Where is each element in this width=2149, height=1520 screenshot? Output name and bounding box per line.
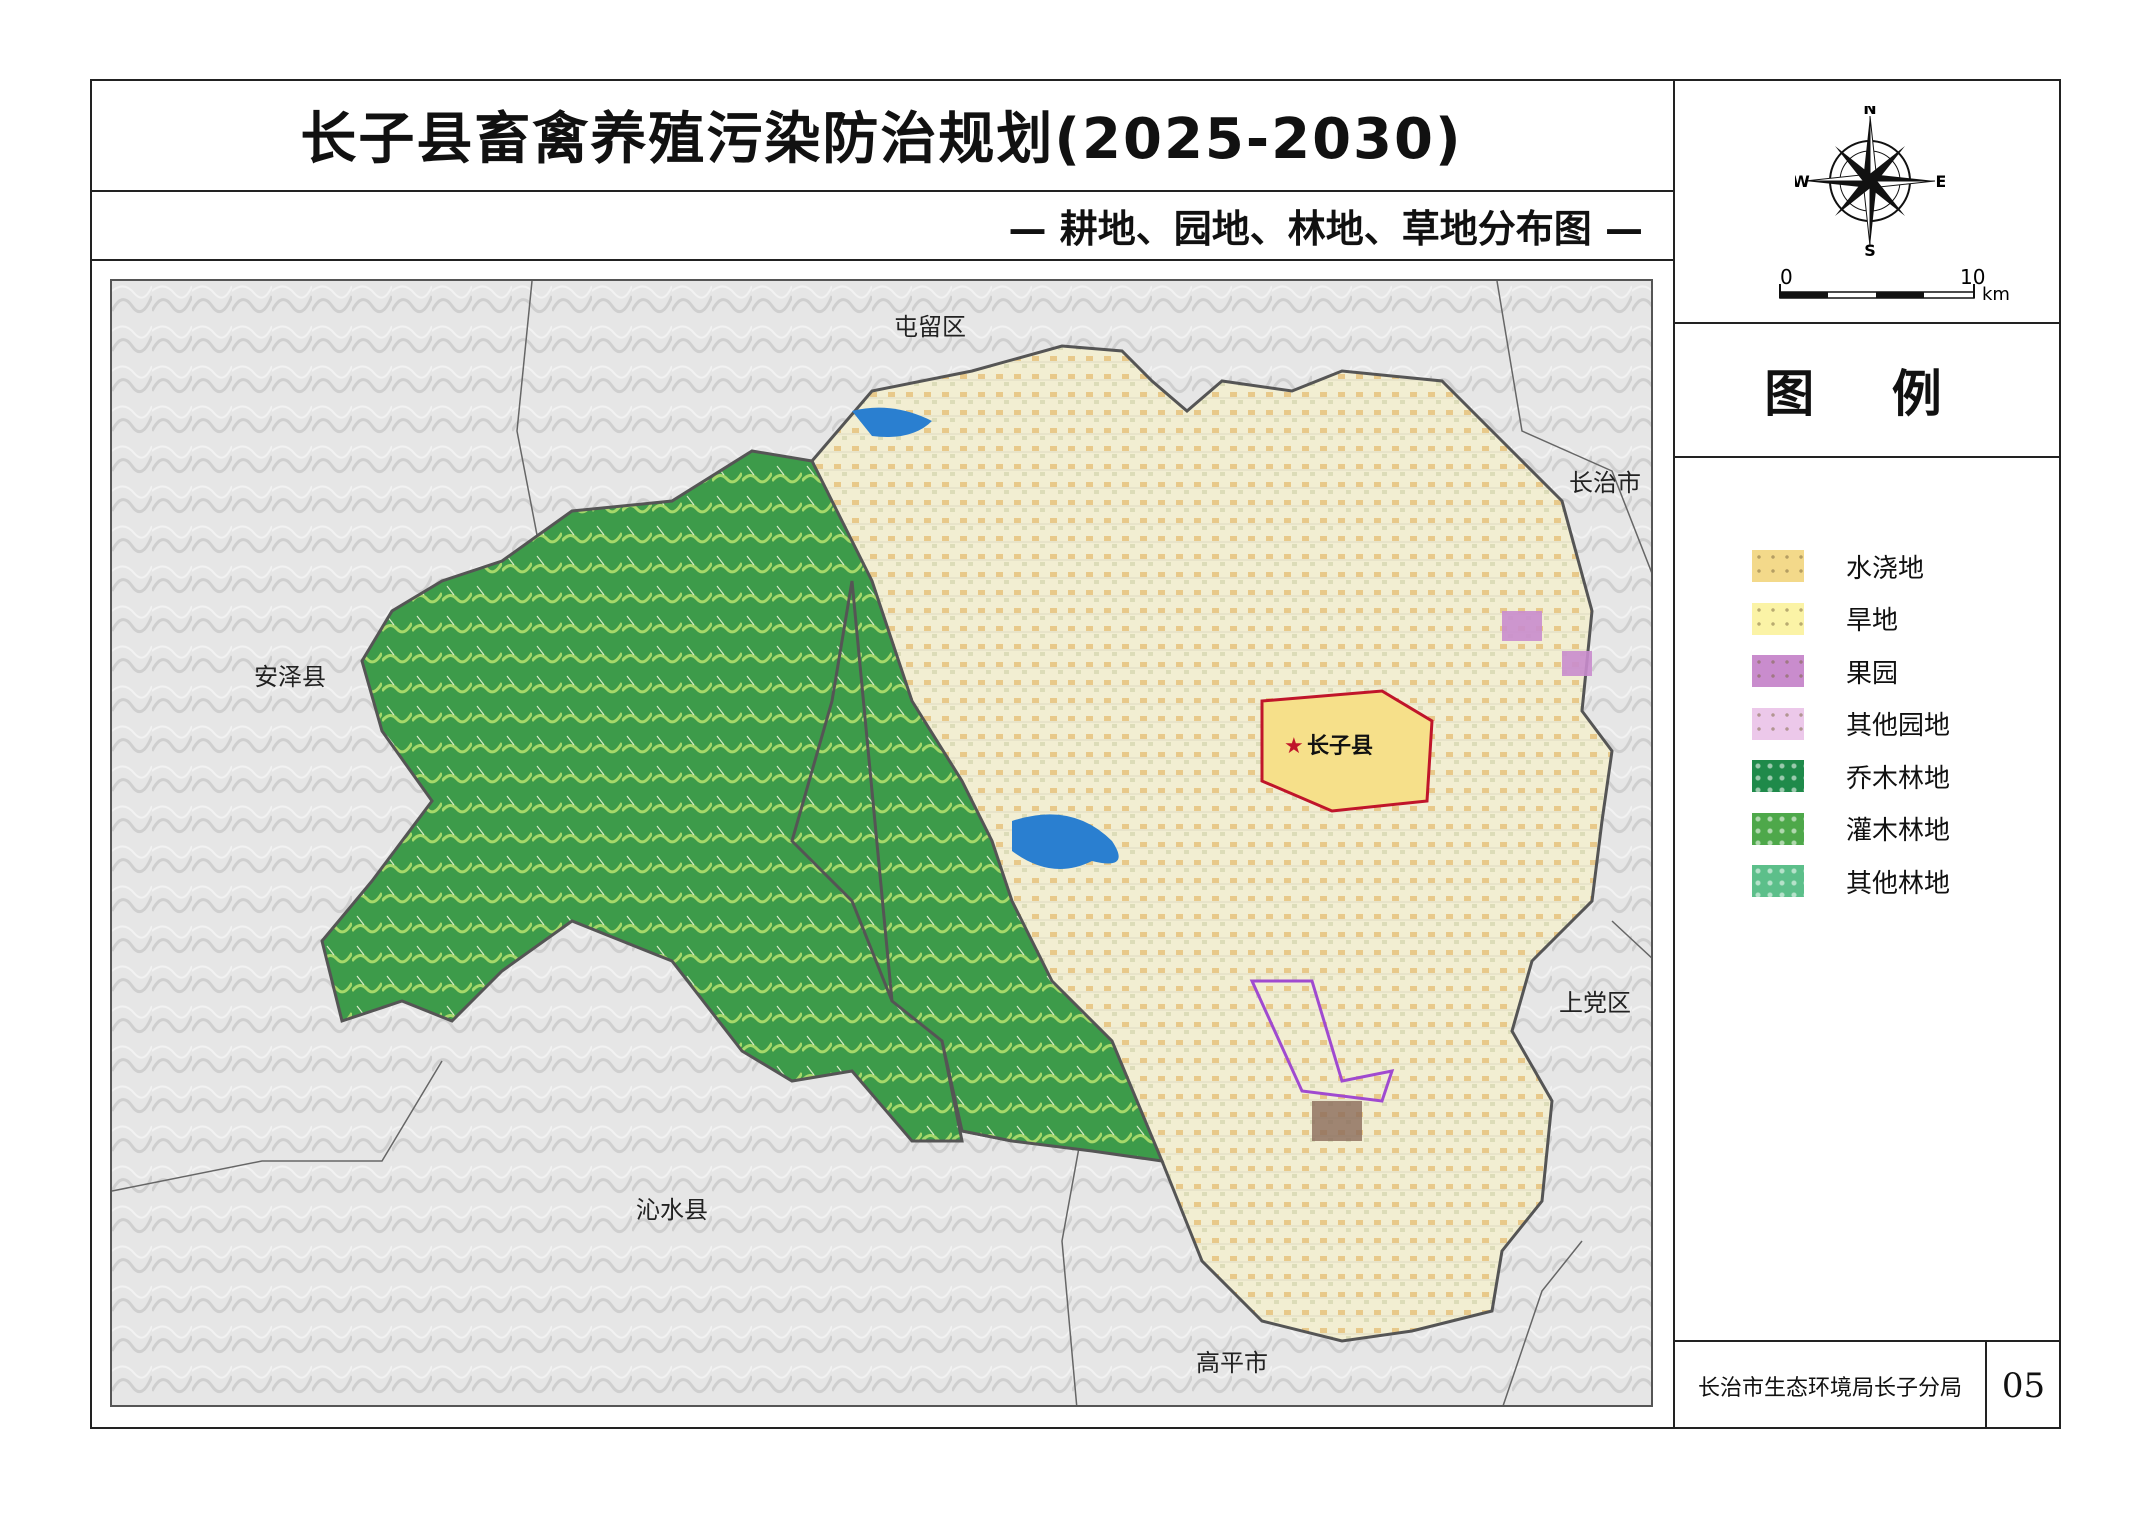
legend-swatch-arbor-forest (1752, 760, 1804, 793)
footer-organization: 长治市生态环境局长子分局 (1697, 1375, 1962, 1401)
legend-label: 水浇地 (1846, 553, 1925, 584)
legend-swatch-other-forest (1752, 865, 1804, 898)
scale-start: 0 (1780, 265, 1793, 289)
region-label-anze: 安泽县 (254, 663, 326, 691)
legend-swatch-orchard (1752, 655, 1804, 688)
compass-n: N (1863, 106, 1876, 118)
scale-bar: 0 10 km (1779, 265, 2010, 305)
region-label-qinshui: 沁水县 (636, 1196, 708, 1224)
region-label-shangdang: 上党区 (1559, 989, 1631, 1017)
legend-item-orchard: 果园 (1752, 645, 1950, 698)
legend-label: 其他园地 (1846, 711, 1951, 742)
legend-list: 水浇地 旱地 果园 其他园地 乔木林地 灌木林地 其他林地 (1752, 540, 1950, 908)
legend-label: 旱地 (1846, 606, 1899, 637)
map-canvas[interactable]: 长子县 ★ 屯留区 长治市 安泽县 上党区 沁水县 高平市 (110, 279, 1653, 1407)
legend-swatch-other-garden (1752, 707, 1804, 740)
legend-label: 果园 (1846, 658, 1899, 689)
svg-text:★: ★ (1284, 734, 1304, 759)
legend-item-irrigated: 水浇地 (1752, 540, 1950, 593)
legend-swatch-shrub-forest (1752, 812, 1804, 845)
county-label: 长子县 (1307, 734, 1373, 759)
compass-s: S (1864, 241, 1876, 256)
scale-unit: km (1982, 284, 2010, 305)
legend-swatch-irrigated (1752, 550, 1804, 583)
legend-title-divider (1675, 456, 2061, 458)
subtitle-bar: — 耕地、园地、林地、草地分布图 — (90, 191, 1673, 261)
legend-label: 灌木林地 (1846, 816, 1951, 847)
north-arrow-icon: N S E W (1795, 106, 1945, 256)
title-bar: 长子县畜禽养殖污染防治规划(2025-2030) (90, 79, 1673, 192)
legend-swatch-dryland (1752, 602, 1804, 635)
legend-item-other-forest: 其他林地 (1752, 855, 1950, 908)
compass-e: E (1936, 172, 1945, 191)
map-graphic: 长子县 ★ 屯留区 长治市 安泽县 上党区 沁水县 高平市 (112, 281, 1651, 1405)
legend-item-dryland: 旱地 (1752, 593, 1950, 646)
legend-title: 图 例 (1764, 365, 1972, 423)
legend-item-shrub-forest: 灌木林地 (1752, 803, 1950, 856)
map-subtitle: — 耕地、园地、林地、草地分布图 — (1008, 206, 1643, 251)
compass-w: W (1795, 172, 1810, 191)
region-label-tunliu: 屯留区 (894, 313, 966, 341)
legend-item-other-garden: 其他园地 (1752, 698, 1950, 751)
panel-divider (1673, 79, 1675, 1429)
legend-label: 乔木林地 (1846, 763, 1951, 794)
region-label-changzhi: 长治市 (1569, 469, 1641, 497)
legend-label: 其他林地 (1846, 868, 1951, 899)
region-label-gaoping: 高平市 (1196, 1349, 1268, 1377)
legend-item-arbor-forest: 乔木林地 (1752, 750, 1950, 803)
map-title: 长子县畜禽养殖污染防治规划(2025-2030) (300, 107, 1463, 172)
page-number: 05 (2001, 1365, 2046, 1406)
